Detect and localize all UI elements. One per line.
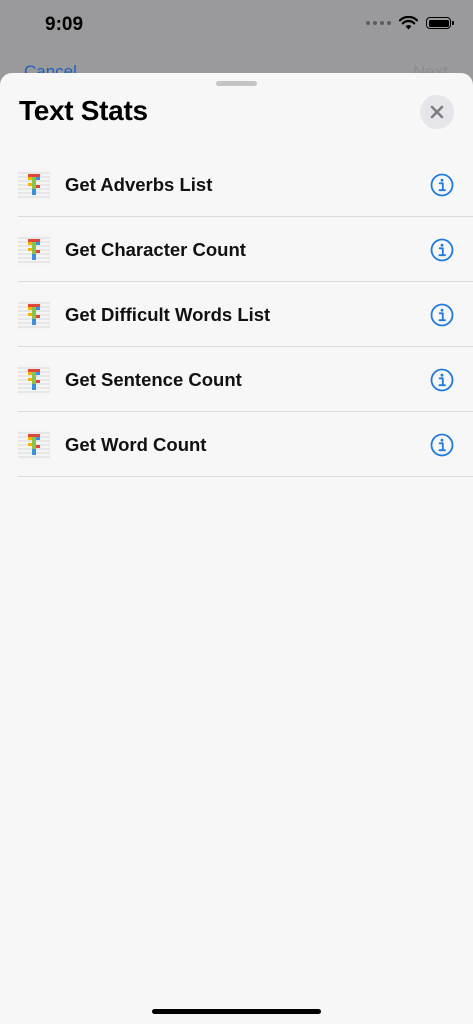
list-item-label: Get Word Count	[65, 434, 207, 455]
text-stats-app-icon	[17, 299, 51, 331]
sheet-title: Text Stats	[19, 95, 148, 126]
sheet-grabber[interactable]	[216, 81, 257, 86]
text-stats-app-icon	[17, 169, 51, 201]
text-stats-app-icon	[17, 429, 51, 461]
list-item[interactable]: Get Word Count	[0, 412, 473, 477]
list-item[interactable]: Get Adverbs List	[0, 152, 473, 217]
info-icon[interactable]	[430, 303, 454, 327]
wifi-icon	[399, 16, 418, 30]
info-icon[interactable]	[430, 173, 454, 197]
battery-icon	[426, 17, 454, 29]
list-item-label: Get Character Count	[65, 239, 246, 260]
list-item-label: Get Difficult Words List	[65, 304, 271, 325]
info-icon[interactable]	[430, 238, 454, 262]
text-stats-app-icon	[17, 234, 51, 266]
info-icon[interactable]	[430, 433, 454, 457]
close-icon	[430, 105, 444, 119]
list-item[interactable]: Get Character Count	[0, 217, 473, 282]
action-list: Get Adverbs List Get Character Count Get…	[0, 152, 473, 477]
list-item[interactable]: Get Difficult Words List	[0, 282, 473, 347]
list-item-label: Get Sentence Count	[65, 369, 242, 390]
home-indicator[interactable]	[152, 1009, 321, 1014]
status-time: 9:09	[45, 14, 84, 35]
list-item-label: Get Adverbs List	[65, 174, 213, 195]
close-button[interactable]	[420, 95, 454, 129]
status-indicators	[366, 16, 454, 30]
action-sheet: Text Stats Get Adverbs List Get Characte…	[0, 73, 473, 1024]
list-item[interactable]: Get Sentence Count	[0, 347, 473, 412]
text-stats-app-icon	[17, 364, 51, 396]
info-icon[interactable]	[430, 368, 454, 392]
cellular-signal-icon	[366, 21, 391, 25]
status-bar: 9:09	[0, 0, 473, 52]
